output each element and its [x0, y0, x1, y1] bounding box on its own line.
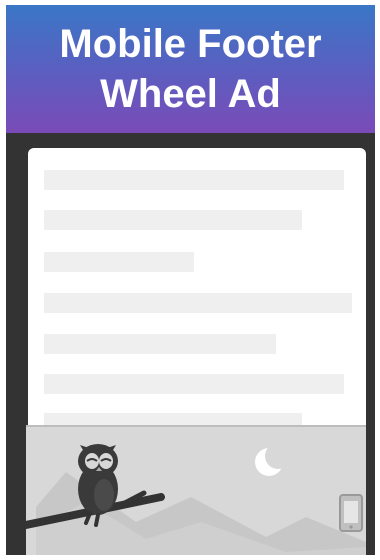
content-placeholder-line [44, 252, 194, 272]
content-placeholder-line [44, 374, 344, 394]
content-placeholder-line [44, 334, 276, 354]
title-banner: Mobile Footer Wheel Ad [6, 5, 375, 133]
content-placeholder-line [44, 293, 352, 313]
content-placeholder-line [44, 210, 302, 230]
footer-wheel-ad[interactable] [26, 425, 366, 555]
ad-illustration [26, 443, 366, 555]
phone-icon [339, 494, 363, 532]
content-placeholder-line [44, 170, 344, 190]
title-line-1: Mobile Footer [59, 22, 322, 66]
moon-icon [255, 443, 291, 476]
title-line-2: Wheel Ad [100, 72, 281, 116]
ad-format-card: Mobile Footer Wheel Ad [6, 5, 375, 555]
